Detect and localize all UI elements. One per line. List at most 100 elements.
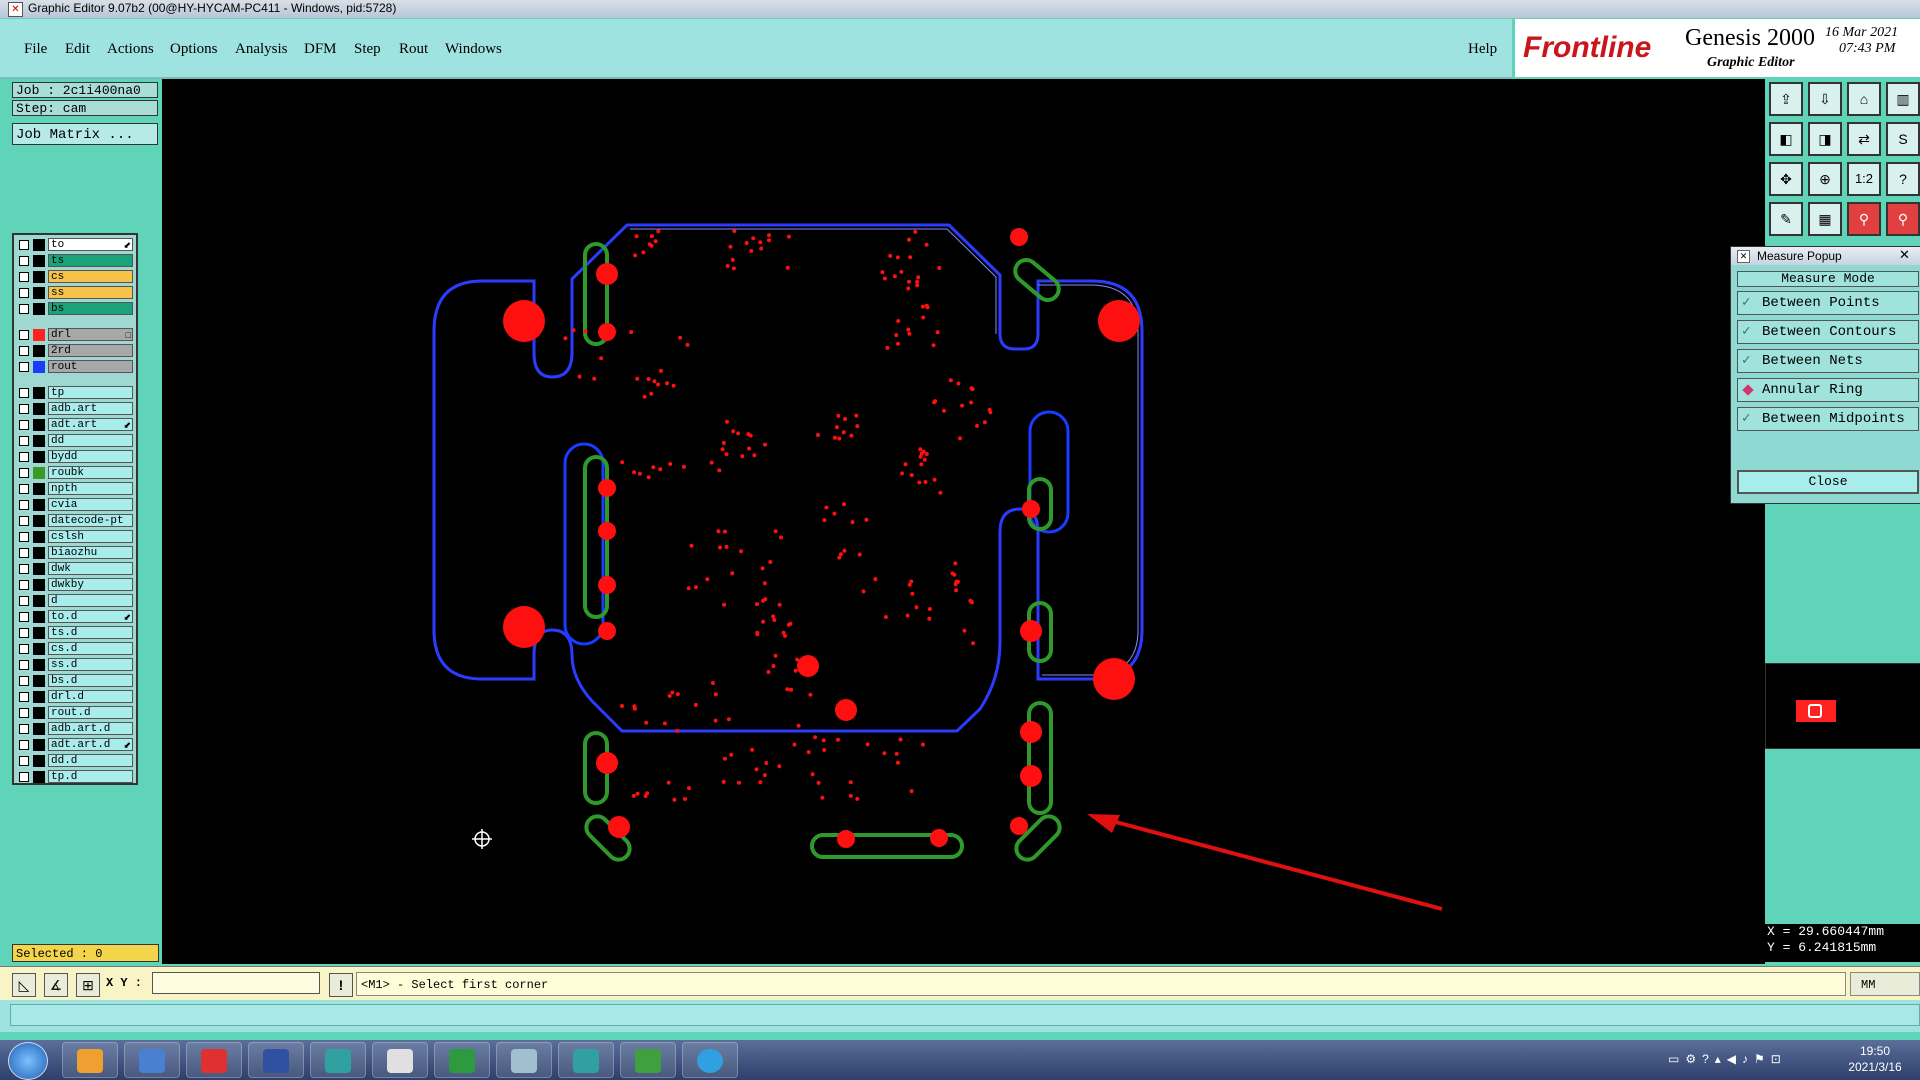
layer-color-swatch[interactable] xyxy=(33,531,45,543)
layer-color-swatch[interactable] xyxy=(33,499,45,511)
layer-checkbox[interactable] xyxy=(19,740,29,750)
layer-checkbox[interactable] xyxy=(19,676,29,686)
taskbar-app-9[interactable] xyxy=(558,1042,614,1078)
menu-dfm[interactable]: DFM xyxy=(304,41,337,58)
layer-name[interactable]: rout.d xyxy=(48,706,133,719)
taskbar-app-11[interactable] xyxy=(682,1042,738,1078)
next-icon[interactable]: ◨ xyxy=(1808,122,1842,156)
taskbar-app-10[interactable] xyxy=(620,1042,676,1078)
measure-option[interactable]: ✓ Between Nets xyxy=(1737,349,1919,373)
layer-color-swatch[interactable] xyxy=(33,255,45,267)
layer-name[interactable]: dwk xyxy=(48,562,133,575)
layer-color-swatch[interactable] xyxy=(33,771,45,783)
layer-color-swatch[interactable] xyxy=(33,419,45,431)
layer-name[interactable]: to xyxy=(48,238,133,251)
layer-checkbox[interactable] xyxy=(19,304,29,314)
layer-color-swatch[interactable] xyxy=(33,707,45,719)
layer-name[interactable]: cslsh xyxy=(48,530,133,543)
layer-name[interactable]: tp.d xyxy=(48,770,133,783)
menu-rout[interactable]: Rout xyxy=(399,41,428,58)
layer-name[interactable]: d xyxy=(48,594,133,607)
layer-checkbox[interactable] xyxy=(19,388,29,398)
layer-checkbox[interactable] xyxy=(19,708,29,718)
menu-edit[interactable]: Edit xyxy=(65,41,90,58)
layer-name[interactable]: adt.art.d xyxy=(48,738,133,751)
measure-option[interactable]: ✓ Between Contours xyxy=(1737,320,1919,344)
copy-to-icon[interactable]: ⇪ xyxy=(1769,82,1803,116)
layer-row[interactable]: bs xyxy=(14,302,134,316)
layer-name[interactable]: to.d xyxy=(48,610,133,623)
grid-tool-icon[interactable]: ⊞ xyxy=(76,973,100,997)
layer-color-swatch[interactable] xyxy=(33,329,45,341)
tray-clock[interactable]: 19:50 2021/3/16 xyxy=(1835,1043,1915,1075)
taskbar-app-2[interactable] xyxy=(124,1042,180,1078)
layer-row[interactable]: dd xyxy=(14,434,134,448)
layer-row[interactable]: tp xyxy=(14,386,134,400)
layer-row[interactable]: drl.d xyxy=(14,690,134,704)
layer-name[interactable]: datecode-pt xyxy=(48,514,133,527)
layer-color-swatch[interactable] xyxy=(33,691,45,703)
help-icon[interactable]: ? xyxy=(1886,162,1920,196)
layer-row[interactable]: rout xyxy=(14,360,134,374)
layer-name[interactable]: bydd xyxy=(48,450,133,463)
layer-row[interactable]: cslsh xyxy=(14,530,134,544)
measure-option[interactable]: ✓ Between Points xyxy=(1737,291,1919,315)
layer-checkbox[interactable] xyxy=(19,500,29,510)
measure-option[interactable]: ✓ Between Midpoints xyxy=(1737,407,1919,431)
layer-color-swatch[interactable] xyxy=(33,627,45,639)
layer-color-swatch[interactable] xyxy=(33,435,45,447)
layer-row[interactable]: bs.d xyxy=(14,674,134,688)
layer-row[interactable]: adb.art xyxy=(14,402,134,416)
close-button[interactable]: Close xyxy=(1737,470,1919,494)
tray-icons[interactable]: ▭⚙?▴◀♪⚑⊡ xyxy=(1668,1052,1787,1066)
layer-name[interactable]: ss.d xyxy=(48,658,133,671)
layer-checkbox[interactable] xyxy=(19,468,29,478)
layer-checkbox[interactable] xyxy=(19,548,29,558)
layer-row[interactable]: dwkby xyxy=(14,578,134,592)
layer-row[interactable]: biaozhu xyxy=(14,546,134,560)
layer-row[interactable]: 2rd xyxy=(14,344,134,358)
swap-icon[interactable]: ⇄ xyxy=(1847,122,1881,156)
layer-color-swatch[interactable] xyxy=(33,287,45,299)
layer-checkbox[interactable] xyxy=(19,272,29,282)
layer-color-swatch[interactable] xyxy=(33,659,45,671)
layer-color-swatch[interactable] xyxy=(33,595,45,607)
taskbar-app-5[interactable] xyxy=(310,1042,366,1078)
layer-name[interactable]: roubk xyxy=(48,466,133,479)
minimap[interactable] xyxy=(1765,663,1920,749)
layer-checkbox[interactable] xyxy=(19,256,29,266)
layer-color-swatch[interactable] xyxy=(33,345,45,357)
layer-color-swatch[interactable] xyxy=(33,739,45,751)
layer-name[interactable]: dwkby xyxy=(48,578,133,591)
layer-color-swatch[interactable] xyxy=(33,675,45,687)
layer-checkbox[interactable] xyxy=(19,692,29,702)
layer-name[interactable]: adb.art.d xyxy=(48,722,133,735)
graphic-canvas[interactable] xyxy=(162,79,1765,964)
layer-color-swatch[interactable] xyxy=(33,611,45,623)
layer-checkbox[interactable] xyxy=(19,644,29,654)
layer-checkbox[interactable] xyxy=(19,772,29,782)
alert-icon[interactable]: ! xyxy=(329,973,353,997)
select-tool-icon[interactable]: ◺ xyxy=(12,973,36,997)
layer-row[interactable]: dwk xyxy=(14,562,134,576)
layer-name[interactable]: dd.d xyxy=(48,754,133,767)
layer-color-swatch[interactable] xyxy=(33,303,45,315)
measure-tool-icon[interactable]: ∡ xyxy=(44,973,68,997)
layer-checkbox[interactable] xyxy=(19,330,29,340)
layer-checkbox[interactable] xyxy=(19,404,29,414)
layer-name[interactable]: adt.art xyxy=(48,418,133,431)
layer-name[interactable]: tp xyxy=(48,386,133,399)
layer-color-swatch[interactable] xyxy=(33,515,45,527)
layer-name[interactable]: cs.d xyxy=(48,642,133,655)
start-button[interactable] xyxy=(8,1042,48,1080)
layer-row[interactable]: ts xyxy=(14,254,134,268)
layer-checkbox[interactable] xyxy=(19,362,29,372)
layer-checkbox[interactable] xyxy=(19,532,29,542)
layer-row[interactable]: adt.art.d ⬋ xyxy=(14,738,134,752)
layer-checkbox[interactable] xyxy=(19,756,29,766)
measure-option[interactable]: Annular Ring xyxy=(1737,378,1919,402)
layer-color-swatch[interactable] xyxy=(33,483,45,495)
net2-icon[interactable]: ⚲ xyxy=(1886,202,1920,236)
zoom-fit-icon[interactable]: ✥ xyxy=(1769,162,1803,196)
layer-color-swatch[interactable] xyxy=(33,361,45,373)
